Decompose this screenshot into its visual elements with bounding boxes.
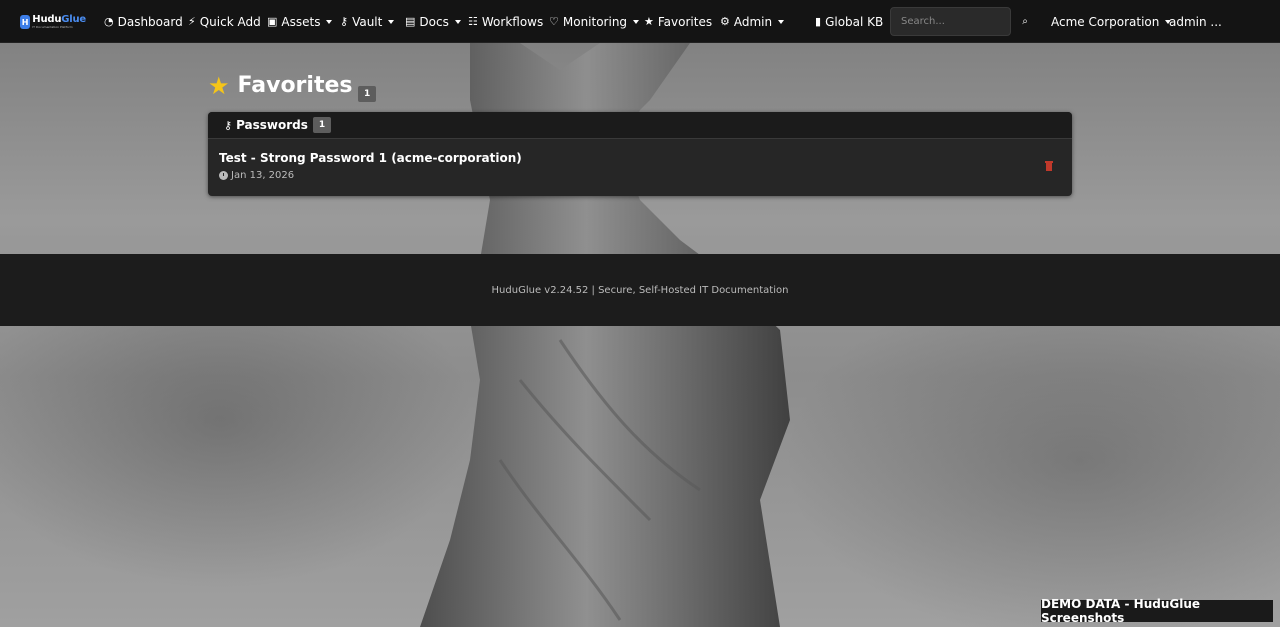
logo-hexagon-icon: H (20, 15, 31, 29)
nav-admin-label: Admin (733, 14, 773, 29)
company-switcher-dropdown[interactable]: Acme Corporation (1051, 0, 1172, 43)
brand-logo[interactable]: H HuduGlue IT Documentation Platform (20, 12, 86, 32)
passwords-card-header: ⚷ Passwords 1 (208, 112, 1072, 139)
star-icon: ★ (208, 71, 230, 100)
nav-monitoring-label: Monitoring (562, 14, 628, 29)
nav-assets-dropdown[interactable]: ▣ Assets (267, 0, 333, 43)
password-item-date: Jan 13, 2026 (219, 170, 294, 181)
chevron-down-icon (778, 19, 785, 24)
trash-icon[interactable] (1045, 161, 1053, 171)
user-name: admin ... (1169, 14, 1222, 29)
nav-workflows-label: Workflows (481, 14, 544, 29)
chevron-down-icon (326, 19, 333, 24)
footer-text: HuduGlue v2.24.52 | Secure, Self-Hosted … (491, 284, 789, 296)
chevron-down-icon (633, 19, 640, 24)
top-navbar: H HuduGlue IT Documentation Platform ◔ Da… (0, 0, 1280, 43)
clock-icon (219, 171, 228, 180)
passwords-heading: Passwords (236, 118, 308, 132)
nav-workflows[interactable]: ☷ Workflows (468, 0, 543, 43)
password-item-link[interactable]: Test - Strong Password 1 (acme-corporati… (219, 151, 522, 165)
nav-vault-dropdown[interactable]: ⚷ Vault (340, 0, 395, 43)
chevron-down-icon (454, 19, 461, 24)
password-item-date-text: Jan 13, 2026 (231, 170, 295, 181)
user-menu[interactable]: admin ... (1169, 0, 1222, 43)
brand-tagline: IT Documentation Platform (32, 25, 73, 29)
nav-quick-add-label: Quick Add (199, 14, 261, 29)
nav-favorites[interactable]: ★ Favorites (644, 0, 712, 43)
briefcase-icon: ▣ (267, 15, 278, 28)
nav-docs-label: Docs (419, 14, 449, 29)
search-input[interactable] (890, 7, 1011, 36)
nav-global-kb-label: Global KB (825, 14, 884, 29)
list-check-icon: ☷ (468, 15, 478, 28)
nav-docs-dropdown[interactable]: ▤ Docs (405, 0, 461, 43)
passwords-card: ⚷ Passwords 1 Test - Strong Password 1 (… (208, 112, 1072, 196)
nav-admin-dropdown[interactable]: ⚙ Admin (720, 0, 785, 43)
nav-global-kb[interactable]: ▮ Global KB (815, 0, 883, 43)
search-icon[interactable]: ⌕ (1019, 14, 1031, 28)
book-icon: ▮ (815, 15, 822, 28)
page-title: ★ Favorites 1 (208, 71, 377, 102)
gear-icon: ⚙ (720, 15, 730, 28)
key-icon: ⚷ (224, 118, 233, 132)
nav-favorites-label: Favorites (657, 14, 713, 29)
key-icon: ⚷ (340, 15, 349, 28)
nav-dashboard[interactable]: ◔ Dashboard (104, 0, 183, 43)
favorites-count-badge: 1 (358, 86, 377, 102)
nav-quick-add[interactable]: ⚡ Quick Add (188, 0, 261, 43)
list-item: Test - Strong Password 1 (acme-corporati… (208, 139, 1072, 196)
chevron-down-icon (388, 19, 395, 24)
nav-assets-label: Assets (281, 14, 321, 29)
nav-dashboard-label: Dashboard (117, 14, 183, 29)
company-name: Acme Corporation (1051, 14, 1160, 29)
star-icon: ★ (644, 15, 654, 28)
file-icon: ▤ (405, 15, 416, 28)
page-title-text: Favorites (237, 73, 353, 98)
nav-vault-label: Vault (352, 14, 383, 29)
page-footer: HuduGlue v2.24.52 | Secure, Self-Hosted … (0, 254, 1280, 326)
demo-data-badge: DEMO DATA - HuduGlue Screenshots (1041, 597, 1273, 625)
tachometer-icon: ◔ (104, 15, 114, 28)
passwords-count-badge: 1 (312, 117, 332, 133)
nav-monitoring-dropdown[interactable]: ♡ Monitoring (549, 0, 640, 43)
bolt-icon: ⚡ (188, 15, 196, 28)
heartbeat-icon: ♡ (549, 15, 559, 28)
brand-name: HuduGlue (32, 14, 86, 25)
